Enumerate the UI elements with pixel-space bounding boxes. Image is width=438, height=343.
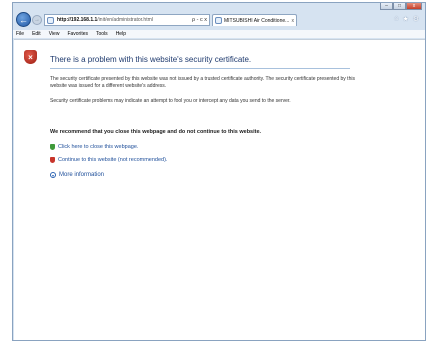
address-tools[interactable]: ρ - c x bbox=[192, 17, 209, 23]
tab-close-button[interactable]: x bbox=[292, 18, 297, 24]
tab-page-icon bbox=[215, 17, 222, 24]
recommendation-text: We recommend that you close this webpage… bbox=[50, 129, 262, 135]
address-bar[interactable]: http://192.168.1.1/init/en/administrator… bbox=[44, 14, 210, 26]
url-path: /init/en/administrator.html bbox=[97, 17, 153, 23]
star-icon[interactable]: ★ bbox=[402, 15, 408, 23]
url-text[interactable]: http://192.168.1.1/init/en/administrator… bbox=[57, 17, 192, 23]
error-page: × There is a problem with this website's… bbox=[14, 39, 425, 340]
green-shield-icon bbox=[50, 144, 55, 150]
close-webpage-link[interactable]: Click here to close this webpage. bbox=[58, 144, 138, 150]
title-divider bbox=[50, 68, 350, 69]
minimize-button[interactable]: – bbox=[380, 3, 393, 10]
page-icon bbox=[47, 16, 54, 24]
menu-file[interactable]: File bbox=[16, 31, 24, 37]
maximize-button[interactable]: □ bbox=[393, 3, 406, 10]
tab-label: MITSUBISHI Air Conditione... bbox=[224, 17, 290, 24]
menu-tools[interactable]: Tools bbox=[96, 31, 108, 37]
toolbar-right-icons: ⌂ ★ ⚙ bbox=[394, 15, 419, 23]
more-info-row[interactable]: ▾ More information bbox=[50, 172, 104, 178]
browser-window: – □ x ← → http://192.168.1.1/init/en/adm… bbox=[12, 2, 426, 341]
red-shield-icon bbox=[50, 157, 55, 163]
menu-bar: File Edit View Favorites Tools Help bbox=[13, 30, 425, 38]
close-button[interactable]: x bbox=[406, 3, 422, 10]
menu-help[interactable]: Help bbox=[116, 31, 126, 37]
back-button[interactable]: ← bbox=[16, 12, 31, 27]
gear-icon[interactable]: ⚙ bbox=[413, 15, 419, 23]
continue-link[interactable]: Continue to this website (not recommende… bbox=[58, 157, 167, 163]
menu-favorites[interactable]: Favorites bbox=[67, 31, 88, 37]
caption-buttons: – □ x bbox=[380, 3, 422, 10]
forward-button[interactable]: → bbox=[32, 15, 42, 25]
menu-edit[interactable]: Edit bbox=[32, 31, 41, 37]
tab-mitsubishi[interactable]: MITSUBISHI Air Conditione... x bbox=[212, 14, 297, 26]
menu-view[interactable]: View bbox=[49, 31, 60, 37]
home-icon[interactable]: ⌂ bbox=[394, 15, 398, 23]
page-title: There is a problem with this website's s… bbox=[50, 55, 252, 64]
url-host: http://192.168.1.1 bbox=[57, 17, 98, 23]
continue-row[interactable]: Continue to this website (not recommende… bbox=[50, 157, 167, 163]
more-information-link[interactable]: More information bbox=[59, 172, 104, 178]
explanation-text: The security certificate presented by th… bbox=[50, 76, 355, 89]
navigation-toolbar: ← → http://192.168.1.1/init/en/administr… bbox=[13, 12, 425, 30]
error-shield-icon: × bbox=[24, 50, 37, 64]
warning-text: Security certificate problems may indica… bbox=[50, 98, 291, 104]
close-webpage-row[interactable]: Click here to close this webpage. bbox=[50, 144, 138, 150]
expand-icon[interactable]: ▾ bbox=[50, 172, 56, 178]
